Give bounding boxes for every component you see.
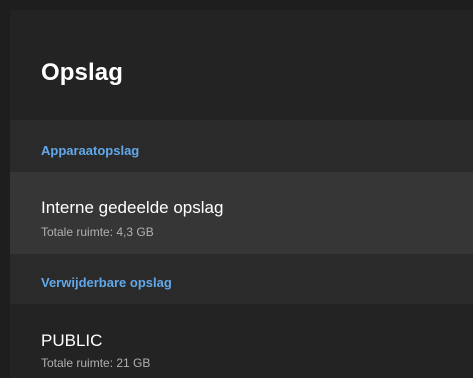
section-label-removable-storage: Verwijderbare opslag (41, 275, 172, 290)
list-item-internal-shared-storage[interactable]: Interne gedeelde opslag Totale ruimte: 4… (10, 172, 473, 254)
header: Opslag (10, 10, 473, 120)
list-item-public-storage[interactable]: PUBLIC Totale ruimte: 21 GB (10, 304, 473, 378)
item-title: PUBLIC (41, 331, 103, 350)
item-title: Interne gedeelde opslag (41, 198, 224, 217)
section-header-removable-storage: Verwijderbare opslag (10, 254, 473, 304)
settings-screen: Opslag Apparaatopslag Interne gedeelde o… (10, 10, 473, 378)
item-subtitle: Totale ruimte: 21 GB (41, 356, 151, 370)
page-title: Opslag (41, 59, 123, 86)
section-label-device-storage: Apparaatopslag (41, 143, 140, 158)
section-header-device-storage: Apparaatopslag (10, 120, 473, 172)
item-subtitle: Totale ruimte: 4,3 GB (41, 225, 154, 239)
